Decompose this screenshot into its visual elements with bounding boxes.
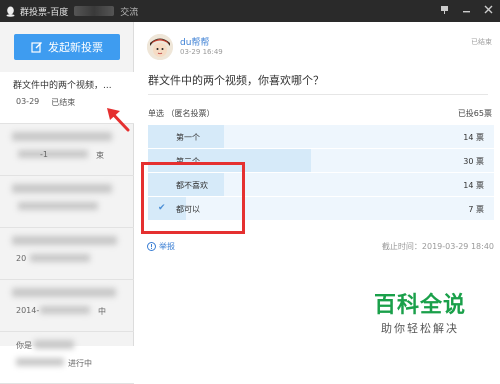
option-share-bar — [148, 149, 311, 172]
author-name[interactable]: du帮帮 — [180, 35, 209, 48]
vote-list-item[interactable]: 20 — [0, 228, 134, 280]
check-icon: ✔ — [158, 203, 166, 213]
vote-type: 单选 （匿名投票） — [148, 108, 215, 119]
vote-list-item[interactable]: 2014- 中 — [0, 280, 134, 332]
vote-question: 群文件中的两个视频，你喜欢哪个？ — [148, 72, 324, 88]
blurred-group-name — [74, 6, 114, 16]
vote-item-fragment: -1 — [40, 150, 48, 159]
close-icon[interactable] — [482, 5, 494, 18]
blurred-text — [12, 184, 112, 193]
vote-total: 已投65票 — [458, 108, 492, 119]
report-label: 举报 — [159, 241, 175, 252]
vote-option[interactable]: ✔ 都可以 7 票 — [148, 197, 494, 220]
vote-item-fragment: 20 — [16, 254, 26, 263]
vote-list-item[interactable]: 你是 进行中 — [0, 332, 134, 384]
title-bar: 群投票-百度 交流 — [0, 0, 500, 22]
vote-option[interactable]: 第二个 30 票 — [148, 149, 494, 172]
blurred-text — [12, 236, 117, 245]
option-count: 7 票 — [468, 204, 484, 215]
vote-list: 群文件中的两个视频，... 03-29 已结束 -1 束 20 2014- 中 — [0, 72, 134, 384]
blurred-text — [12, 132, 112, 141]
window-title-suffix: 交流 — [120, 5, 138, 18]
blurred-text — [40, 306, 90, 314]
vote-item-fragment: 中 — [98, 306, 106, 317]
pin-icon[interactable] — [438, 5, 450, 18]
blurred-text — [34, 340, 74, 349]
option-count: 30 票 — [463, 156, 484, 167]
window-title: 群投票-百度 — [20, 5, 68, 18]
deadline-text: 截止时间：2019-03-29 18:40 — [382, 241, 494, 252]
vote-item-status: 进行中 — [68, 358, 92, 369]
vote-list-item[interactable]: -1 束 — [0, 124, 134, 176]
watermark-title: 百科全说 — [356, 287, 484, 319]
window-controls — [438, 5, 494, 18]
new-vote-label: 发起新投票 — [48, 39, 103, 55]
vote-list-item[interactable] — [0, 176, 134, 228]
blurred-text — [30, 254, 90, 262]
vote-sidebar: 发起新投票 群文件中的两个视频，... 03-29 已结束 -1 束 20 — [0, 22, 134, 346]
blurred-text — [18, 202, 98, 210]
minimize-icon[interactable] — [460, 5, 472, 18]
edit-icon — [31, 41, 43, 53]
option-count: 14 票 — [463, 132, 484, 143]
watermark-subtitle: 助你轻松解决 — [356, 320, 484, 336]
report-icon — [147, 242, 156, 251]
vote-item-status: 已结束 — [51, 97, 75, 108]
vote-item-fragment: 2014- — [16, 306, 39, 315]
new-vote-button[interactable]: 发起新投票 — [14, 34, 120, 60]
vote-option[interactable]: 都不喜欢 14 票 — [148, 173, 494, 196]
status-badge: 已结束 — [471, 37, 492, 47]
blurred-text — [18, 150, 88, 158]
option-label: 第二个 — [176, 156, 200, 167]
option-count: 14 票 — [463, 180, 484, 191]
option-label: 都不喜欢 — [176, 180, 208, 191]
option-label: 第一个 — [176, 132, 200, 143]
vote-option[interactable]: 第一个 14 票 — [148, 125, 494, 148]
option-label: 都可以 — [176, 204, 200, 215]
vote-item-title: 群文件中的两个视频，... — [13, 78, 128, 91]
qq-logo-icon — [5, 5, 15, 17]
vote-item-fragment: 束 — [96, 150, 104, 161]
watermark: 百科全说 助你轻松解决 — [356, 287, 484, 336]
vote-list-item[interactable]: 群文件中的两个视频，... 03-29 已结束 — [0, 72, 134, 124]
blurred-text — [16, 358, 64, 366]
vote-item-date: 03-29 — [16, 97, 39, 108]
post-time: 03-29 16:49 — [180, 48, 223, 56]
blurred-text — [12, 288, 116, 297]
report-link[interactable]: 举报 — [147, 241, 175, 252]
avatar — [147, 34, 173, 60]
divider — [148, 94, 488, 95]
